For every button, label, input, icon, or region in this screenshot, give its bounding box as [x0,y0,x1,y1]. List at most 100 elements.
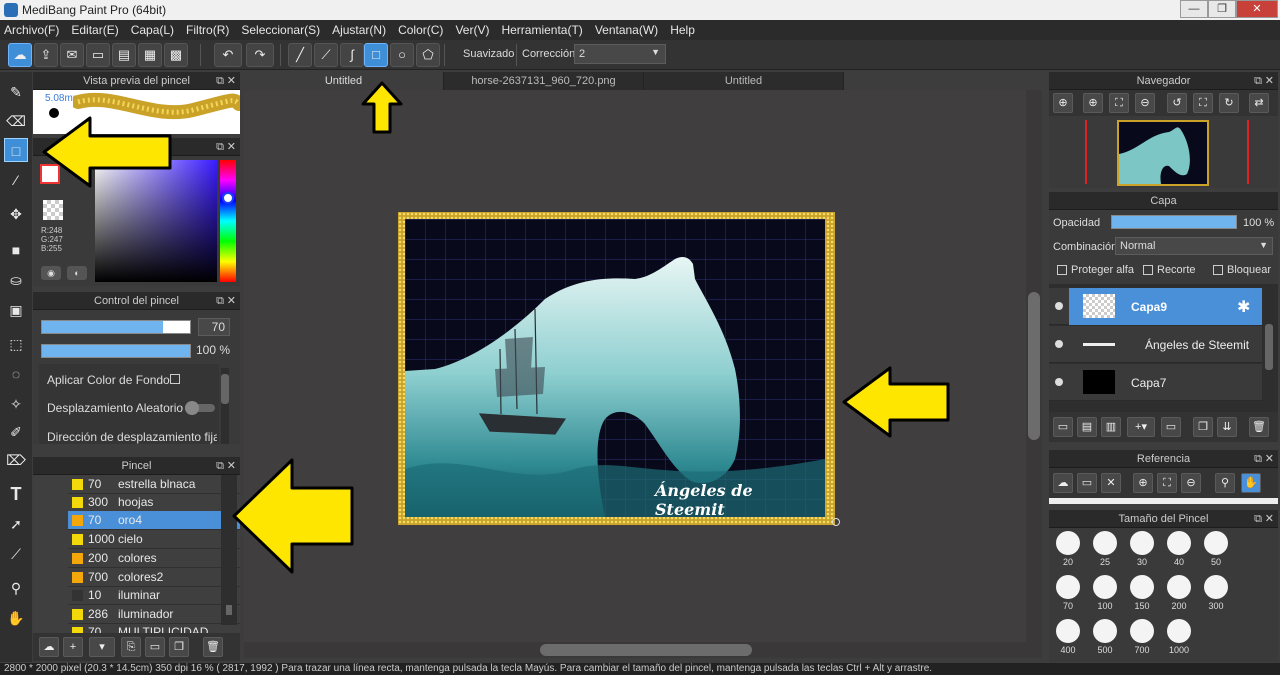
layer-row-selected[interactable]: Capa9 ✱ [1049,288,1262,325]
transparent-swatch[interactable] [43,200,63,220]
brush-size-option[interactable]: 300 [1197,572,1235,616]
float-icon[interactable]: ⧉ [216,72,224,90]
menu-herramienta[interactable]: Herramienta(T) [501,23,582,37]
menu-ver[interactable]: Ver(V) [455,23,489,37]
menu-color[interactable]: Color(C) [398,23,443,37]
gear-icon[interactable]: ✱ [1237,297,1250,317]
rotate-reset-icon[interactable]: ⛶ [1193,93,1213,113]
comment-icon[interactable]: ▭ [86,43,110,67]
brush-size-option[interactable]: 150 [1123,572,1161,616]
folder-icon[interactable]: ▭ [1161,417,1181,437]
text-tool-icon[interactable]: T [4,482,28,506]
menu-ajustar[interactable]: Ajustar(N) [332,23,386,37]
undo-icon[interactable]: ↶ [214,43,242,67]
brush-size-option[interactable]: 500 [1086,616,1124,660]
brush-size-option[interactable]: 100 [1086,572,1124,616]
canvas-image[interactable]: Ángeles de Steemit [405,219,825,517]
protect-alpha-checkbox[interactable] [1057,265,1067,275]
canvas-horizontal-scrollbar[interactable] [244,642,1042,658]
brush-item[interactable]: 700 colores2 [68,568,240,587]
merge-icon[interactable]: ⇊ [1217,417,1237,437]
share-icon[interactable]: ⇪ [34,43,58,67]
brush-size-option[interactable]: 70 [1049,572,1087,616]
random-offset-knob[interactable] [185,401,199,415]
brush-item-selected[interactable]: 70oro4✱ [68,511,240,530]
select-tool-icon[interactable]: ⬚ [4,332,28,356]
menu-editar[interactable]: Editar(E) [71,23,118,37]
magic-wand-icon[interactable]: ✧ [4,392,28,416]
layer-row[interactable]: Capa7 [1049,364,1262,401]
visibility-icon[interactable] [1055,378,1063,386]
zoom-out-icon[interactable]: ⊖ [1181,473,1201,493]
menu-ventana[interactable]: Ventana(W) [595,23,658,37]
apply-bg-color-checkbox[interactable] [170,374,180,384]
trash-icon[interactable]: 🗑 [203,637,223,657]
rectangle-tool-icon[interactable]: □ [364,43,388,67]
copy-brush-icon[interactable]: ⎘ [121,637,141,657]
select-pen-icon[interactable]: ✐ [4,420,28,444]
select-eraser-icon[interactable]: ⌦ [4,448,28,472]
brush-size-option[interactable]: 200 [1160,572,1198,616]
brush-item[interactable]: 286 iluminador [68,605,240,624]
add-brush-icon[interactable]: + [63,637,83,657]
cloud-icon[interactable]: ☁ [8,43,32,67]
clip-checkbox[interactable] [1143,265,1153,275]
eraser-tool-icon[interactable]: ⌫ [4,109,28,133]
hue-slider[interactable] [220,160,236,282]
brush-control-scrollbar[interactable] [221,368,229,444]
float-icon[interactable]: ⧉ [216,138,224,156]
fit-icon[interactable]: ⛶ [1109,93,1129,113]
polygon-tool-icon[interactable]: ⬠ [416,43,440,67]
brush-size-option[interactable]: 700 [1123,616,1161,660]
tab-untitled-2[interactable]: Untitled [644,72,844,90]
brush-size-option[interactable]: 400 [1049,616,1087,660]
brush-opacity-slider[interactable] [41,344,191,358]
cloud-icon[interactable]: ☁ [1053,473,1073,493]
brush-size-option[interactable]: 25 [1086,528,1124,572]
visibility-icon[interactable] [1055,340,1063,348]
visibility-icon[interactable] [1055,302,1063,310]
tab-untitled-1[interactable]: Untitled [244,72,444,90]
folder-icon[interactable]: ▭ [145,637,165,657]
float-icon[interactable]: ⧉ [1254,72,1262,90]
ellipse-tool-icon[interactable]: ○ [390,43,414,67]
hand-tool-icon[interactable]: ✋ [1241,473,1261,493]
maximize-button[interactable]: ❐ [1208,0,1236,18]
float-icon[interactable]: ⧉ [216,292,224,310]
brush-item[interactable]: 70 MULTIPLICIDAD [68,623,240,633]
close-icon[interactable]: ✕ [1265,72,1274,90]
hue-handle[interactable] [222,192,234,204]
operation-tool-icon[interactable]: ➚ [4,512,28,536]
close-icon[interactable]: ✕ [227,292,236,310]
blend-mode-dropdown[interactable]: Normal ▼ [1115,237,1273,255]
minimize-button[interactable]: — [1180,0,1208,18]
zoom-in-icon[interactable]: ⊕ [1083,93,1103,113]
float-icon[interactable]: ⧉ [1254,510,1262,528]
duplicate-icon[interactable]: ❐ [169,637,189,657]
duplicate-icon[interactable]: ❐ [1193,417,1213,437]
line-tool-icon[interactable]: ╱ [288,43,312,67]
brush-size-option[interactable]: 30 [1123,528,1161,572]
canvas-resize-handle[interactable] [832,518,840,526]
layout-icon[interactable]: ▦ [138,43,162,67]
brush-tool-icon[interactable]: ✎ [4,80,28,104]
hand-tool-icon[interactable]: ✋ [4,606,28,630]
menu-filtro[interactable]: Filtro(R) [186,23,229,37]
move-tool-icon[interactable]: ✥ [4,202,28,226]
open-folder-icon[interactable]: ▭ [1077,473,1097,493]
color-set-icon[interactable]: ◐ [67,266,87,280]
chat-icon[interactable]: ✉ [60,43,84,67]
rotate-right-icon[interactable]: ↻ [1219,93,1239,113]
shape-tool-icon[interactable]: □ [4,138,28,162]
brush-item[interactable]: 300 hoojas [68,493,240,512]
zoom-out-icon[interactable]: ⊖ [1135,93,1155,113]
fill-rect-tool-icon[interactable]: ■ [4,238,28,262]
fit-icon[interactable]: ⛶ [1157,473,1177,493]
brush-size-slider[interactable] [41,320,191,334]
eyedropper-icon[interactable]: ⚲ [4,576,28,600]
lock-checkbox[interactable] [1213,265,1223,275]
menu-seleccionar[interactable]: Seleccionar(S) [241,23,320,37]
brush-item[interactable]: 200 colores [68,549,240,568]
navigator-preview[interactable] [1049,116,1278,188]
new-brush-menu-icon[interactable]: ▾ [89,637,115,657]
